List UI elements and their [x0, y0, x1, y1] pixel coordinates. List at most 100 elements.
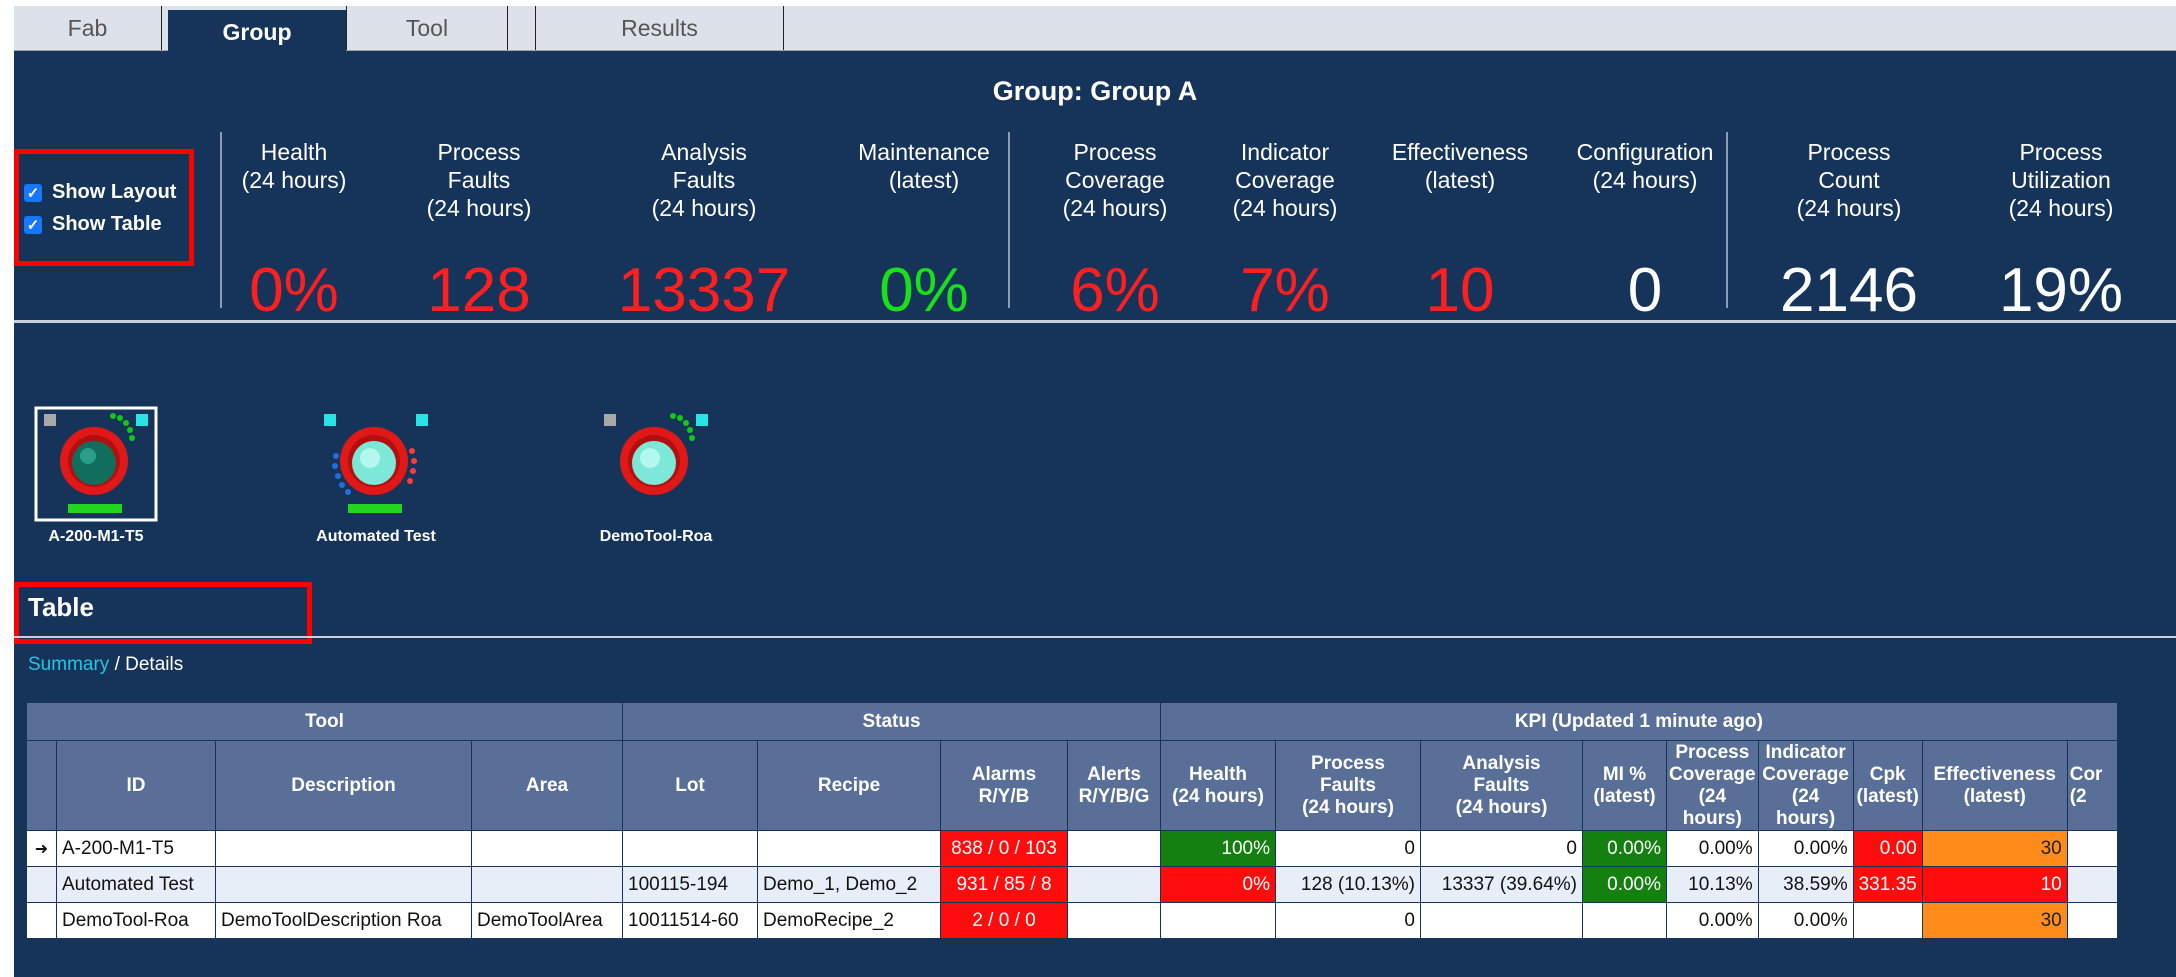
cell-alerts: [1067, 830, 1161, 867]
kpi-label: Maintenance (latest): [858, 139, 990, 193]
section-divider: [14, 636, 2176, 638]
column-header-area[interactable]: Area: [471, 740, 623, 831]
column-header-process[interactable]: Process Faults (24 hours): [1275, 740, 1421, 831]
cell-mi: 0.00%: [1582, 830, 1667, 867]
tab-tool[interactable]: Tool: [346, 6, 508, 50]
checkbox-checked-icon: ✓: [24, 183, 42, 202]
divider: [220, 132, 222, 308]
cell-lot: 10011514-60: [622, 902, 758, 939]
cell-process-coverage: 0.00%: [1666, 902, 1759, 939]
tool-automated-test[interactable]: Automated Test: [306, 406, 446, 566]
cell-config: [2066, 866, 2118, 903]
column-header-marker: [26, 740, 57, 831]
column-header-health[interactable]: Health (24 hours): [1160, 740, 1276, 831]
tool-demotool-roa[interactable]: DemoTool-Roa: [586, 406, 726, 566]
cell-alarms: 838 / 0 / 103: [940, 830, 1068, 867]
show-table-label: Show Table: [52, 213, 162, 235]
cell-description: DemoToolDescription Roa: [215, 902, 472, 939]
tab-group[interactable]: Group: [168, 10, 346, 54]
column-header-cor[interactable]: Cor (2: [2066, 740, 2118, 831]
cell-alerts: [1067, 866, 1161, 903]
column-header-cpk[interactable]: Cpk (latest): [1852, 740, 1923, 831]
cell-cpk: 331.35: [1852, 866, 1923, 903]
tab-results[interactable]: Results: [536, 6, 784, 50]
kpi-label: Process Coverage (24 hours): [1062, 139, 1168, 221]
kpi-health: Health (24 hours) 0%: [234, 138, 354, 328]
cell-lot: 100115-194: [622, 866, 758, 903]
kpi-process: Process Coverage (24 hours) 6%: [1030, 138, 1200, 328]
group-title: Group: Group A: [992, 76, 1198, 106]
cell-area: DemoToolArea: [471, 902, 623, 939]
cell-id: A-200-M1-T5: [56, 830, 216, 867]
cell-process-faults: 0: [1275, 902, 1421, 939]
cell-config: [2066, 902, 2118, 939]
table-row[interactable]: ➜ A-200-M1-T5 838 / 0 / 103 100% 0 0 0.00% 0.00…: [26, 830, 2118, 867]
cell-process-coverage: 10.13%: [1666, 866, 1759, 903]
cell-process-faults: 128 (10.13%): [1275, 866, 1421, 903]
cell-health: [1160, 902, 1276, 939]
tab-blank[interactable]: [508, 6, 536, 50]
group-header-status: Status: [622, 702, 1161, 741]
kpi-value: 2146: [1780, 256, 1918, 325]
cell-area: [471, 830, 623, 867]
column-header-analysis[interactable]: Analysis Faults (24 hours): [1420, 740, 1583, 831]
kpi-value: 0: [1627, 256, 1663, 325]
column-header-lot[interactable]: Lot: [622, 740, 758, 831]
kpi-label: Process Utilization (24 hours): [2008, 139, 2114, 221]
tool-label: A-200-M1-T5: [48, 528, 144, 545]
cell-effectiveness: 30: [1921, 830, 2068, 867]
table-row[interactable]: DemoTool-Roa DemoToolDescription Roa DemoT…: [26, 902, 2118, 939]
column-header-indicator[interactable]: Indicator Coverage (24 hours): [1757, 740, 1854, 831]
kpi-label: Indicator Coverage (24 hours): [1232, 139, 1338, 221]
show-table-checkbox[interactable]: ✓ Show Table: [24, 213, 162, 236]
group-header-kpi: KPI (Updated 1 minute ago): [1160, 702, 2118, 741]
kpi-value: 0%: [879, 256, 969, 325]
cell-indicator-coverage: 0.00%: [1757, 902, 1854, 939]
table-row[interactable]: Automated Test 100115-194 Demo_1, Demo_2 93…: [26, 866, 2118, 903]
row-marker: [26, 902, 57, 939]
show-layout-checkbox[interactable]: ✓ Show Layout: [24, 181, 176, 204]
tab-bar: Fab Group Tool Results: [14, 6, 2176, 54]
kpi-process: Process Utilization (24 hours) 19%: [1966, 138, 2156, 328]
column-header-id[interactable]: ID: [56, 740, 216, 831]
kpi-analysis: Analysis Faults (24 hours) 13337: [614, 138, 794, 328]
cell-analysis-faults: 13337 (39.64%): [1420, 866, 1583, 903]
kpi-process: Process Count (24 hours) 2146: [1754, 138, 1944, 328]
checkbox-checked-icon: ✓: [24, 215, 42, 234]
cell-indicator-coverage: 38.59%: [1757, 866, 1854, 903]
tool-label: Automated Test: [316, 528, 436, 545]
cell-recipe: [757, 830, 941, 867]
tab-fab[interactable]: Fab: [14, 6, 162, 50]
section-divider: [14, 320, 2176, 323]
cell-recipe: DemoRecipe_2: [757, 902, 941, 939]
cell-cpk: 0.00: [1852, 830, 1923, 867]
cell-alerts: [1067, 902, 1161, 939]
details-link[interactable]: Details: [125, 654, 183, 675]
cell-id: DemoTool-Roa: [56, 902, 216, 939]
tool-a-200-m1-t5[interactable]: A-200-M1-T5: [26, 406, 166, 566]
cell-health: 0%: [1160, 866, 1276, 903]
column-header-process[interactable]: Process Coverage (24 hours): [1666, 740, 1759, 831]
cell-area: [471, 866, 623, 903]
cell-analysis-faults: 0: [1420, 830, 1583, 867]
column-header-mi-[interactable]: MI % (latest): [1582, 740, 1667, 831]
current-row-arrow-icon: ➜: [26, 830, 57, 867]
kpi-value: 19%: [1998, 256, 2124, 325]
cell-process-faults: 0: [1275, 830, 1421, 867]
cell-indicator-coverage: 0.00%: [1757, 830, 1854, 867]
column-header-alerts[interactable]: Alerts R/Y/B/G: [1067, 740, 1161, 831]
kpi-process: Process Faults (24 hours) 128: [404, 138, 554, 328]
column-header-alarms[interactable]: Alarms R/Y/B: [940, 740, 1068, 831]
kpi-value: 7%: [1240, 256, 1330, 325]
column-header-description[interactable]: Description: [215, 740, 472, 831]
column-header-recipe[interactable]: Recipe: [757, 740, 941, 831]
summary-link[interactable]: Summary: [28, 654, 109, 675]
column-header-effectiveness[interactable]: Effectiveness (latest): [1921, 740, 2068, 831]
kpi-value: 0%: [249, 256, 339, 325]
cell-process-coverage: 0.00%: [1666, 830, 1759, 867]
kpi-value: 10: [1425, 256, 1495, 325]
kpi-label: Effectiveness (latest): [1391, 139, 1529, 193]
cell-alarms: 931 / 85 / 8: [940, 866, 1068, 903]
cell-description: [215, 830, 472, 867]
tool-label: DemoTool-Roa: [599, 528, 713, 545]
